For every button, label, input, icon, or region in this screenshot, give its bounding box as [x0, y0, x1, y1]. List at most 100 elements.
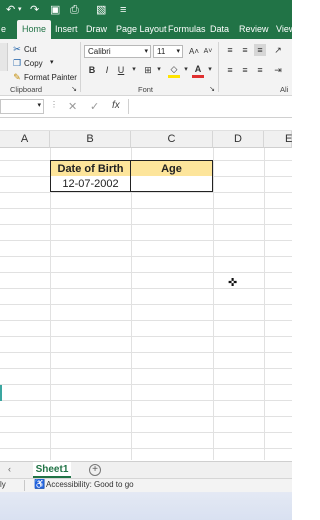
copy-button[interactable]: Copy — [24, 59, 43, 68]
quick-access-toolbar: ↶ ▾ ↷ ▣ ⎙ ▧ ≡ — [0, 0, 292, 20]
grid-row-line — [0, 416, 292, 417]
formula-bar-spacer — [0, 118, 292, 131]
scissors-icon: ✂ — [13, 44, 21, 54]
font-color-dropdown-icon[interactable]: ▾ — [204, 64, 216, 76]
sheet-tab-sheet1[interactable]: Sheet1 — [33, 462, 71, 478]
grid-row-line — [0, 336, 292, 337]
underline-button[interactable]: U — [115, 64, 127, 76]
font-size-dropdown-icon[interactable]: ▾ — [176, 46, 180, 57]
tab-view[interactable]: View — [276, 20, 295, 39]
bold-button[interactable]: B — [86, 64, 98, 76]
add-sheet-button[interactable]: + — [89, 464, 101, 476]
align-middle-icon[interactable]: ≡ — [239, 44, 251, 56]
tab-review[interactable]: Review — [239, 20, 269, 39]
touch-mode-icon[interactable]: ▧ — [96, 3, 106, 17]
tab-data[interactable]: Data — [210, 20, 229, 39]
align-right-icon[interactable]: ≡ — [254, 64, 266, 76]
undo-icon[interactable]: ↶ — [6, 3, 15, 17]
italic-button[interactable]: I — [101, 64, 113, 76]
align-bottom-icon[interactable]: ≡ — [254, 44, 266, 56]
fill-color-dropdown-icon[interactable]: ▾ — [180, 64, 192, 76]
cell-date-value[interactable]: 12-07-2002 — [50, 176, 131, 192]
name-box[interactable]: ▾ — [0, 99, 44, 114]
grid-row-line — [0, 320, 292, 321]
format-painter-icon: ✎ — [13, 72, 21, 82]
cut-button[interactable]: Cut — [24, 45, 36, 54]
font-name-dropdown-icon[interactable]: ▾ — [144, 46, 148, 57]
align-center-icon[interactable]: ≡ — [239, 64, 251, 76]
column-header-e[interactable]: E — [264, 131, 292, 148]
printer-icon[interactable]: ⎙ — [70, 3, 79, 17]
copy-dropdown-icon[interactable]: ▾ — [50, 58, 54, 66]
align-left-icon[interactable]: ≡ — [224, 64, 236, 76]
format-painter-button[interactable]: Format Painter — [24, 73, 77, 82]
font-name-value: Calibri — [88, 47, 111, 56]
worksheet-grid[interactable] — [0, 148, 292, 460]
ribbon-tab-bar: e Home Insert Draw Page Layout Formulas … — [0, 20, 295, 39]
cell-age-value[interactable] — [131, 176, 213, 192]
formula-bar: ▾ ⋮ ✕ ✓ fx — [0, 96, 292, 118]
grid-row-line — [0, 288, 292, 289]
grid-row-line — [0, 192, 292, 193]
increase-font-icon[interactable]: A˄ — [188, 46, 200, 58]
tab-formulas[interactable]: Formulas — [168, 20, 206, 39]
font-size-combo[interactable]: 11 ▾ — [153, 45, 183, 58]
underline-dropdown-icon[interactable]: ▾ — [128, 64, 140, 76]
tab-page-layout[interactable]: Page Layout — [116, 20, 167, 39]
header-cell-age[interactable]: Age — [131, 160, 213, 177]
column-header-c[interactable]: C — [131, 131, 213, 148]
grid-row-line — [0, 272, 292, 273]
column-header-a[interactable]: A — [0, 131, 50, 148]
decrease-font-icon[interactable]: A˅ — [202, 46, 214, 58]
save-icon[interactable]: ▣ — [50, 3, 60, 17]
redo-icon[interactable]: ↷ — [30, 3, 39, 17]
undo-dropdown-icon[interactable]: ▾ — [18, 3, 22, 17]
crosshair-cursor-icon: ✜ — [228, 277, 238, 289]
clipboard-launcher-icon[interactable]: ↘ — [68, 84, 80, 96]
grid-row-line — [0, 368, 292, 369]
status-separator — [24, 480, 25, 491]
formula-input[interactable] — [130, 99, 292, 114]
column-header-b[interactable]: B — [50, 131, 131, 148]
alignment-group-label: Ali — [280, 85, 289, 94]
status-bar: ly ♿ Accessibility: Good to go — [0, 478, 292, 492]
font-name-combo[interactable]: Calibri ▾ — [84, 45, 151, 58]
tab-file[interactable]: e — [1, 20, 6, 39]
grid-row-line — [0, 400, 292, 401]
grid-row-line — [0, 208, 292, 209]
column-header-d[interactable]: D — [213, 131, 264, 148]
tab-home[interactable]: Home — [17, 20, 52, 39]
grid-row-line — [0, 448, 292, 449]
font-color-swatch — [192, 75, 204, 78]
font-launcher-icon[interactable]: ↘ — [206, 84, 218, 96]
name-box-dropdown-icon[interactable]: ▾ — [37, 101, 41, 109]
insert-function-button[interactable]: fx — [112, 100, 120, 111]
font-color-icon[interactable]: A — [192, 63, 204, 75]
more-options-icon[interactable]: ⋮ — [50, 100, 58, 109]
fill-color-swatch — [168, 75, 180, 78]
indent-icon[interactable]: ⇥ — [272, 64, 284, 76]
tab-draw[interactable]: Draw — [86, 20, 107, 39]
grid-row-line — [0, 240, 292, 241]
cancel-icon[interactable]: ✕ — [68, 100, 77, 113]
grid-row-line — [0, 224, 292, 225]
borders-dropdown-icon[interactable]: ▾ — [153, 64, 165, 76]
ribbon: ✂ Cut ❐ Copy ▾ ✎ Format Painter Clipboar… — [0, 39, 292, 96]
align-top-icon[interactable]: ≡ — [224, 44, 236, 56]
status-mode-text: ly — [0, 480, 6, 489]
accessibility-status[interactable]: Accessibility: Good to go — [46, 480, 134, 489]
customize-icon[interactable]: ≡ — [120, 3, 126, 17]
orientation-icon[interactable]: ↗ — [272, 44, 284, 56]
scroll-left-icon[interactable]: ‹ — [8, 464, 11, 474]
font-group-label: Font — [138, 85, 154, 94]
fill-color-icon[interactable]: ◇ — [168, 63, 180, 75]
grid-row-line — [0, 352, 292, 353]
font-size-value: 11 — [157, 47, 166, 56]
tab-insert[interactable]: Insert — [55, 20, 78, 39]
enter-icon[interactable]: ✓ — [90, 100, 99, 113]
header-cell-date-of-birth[interactable]: Date of Birth — [50, 160, 131, 177]
row-selection-marker — [0, 385, 2, 401]
paste-button[interactable] — [0, 43, 8, 71]
grid-row-line — [0, 256, 292, 257]
group-separator — [218, 42, 219, 92]
